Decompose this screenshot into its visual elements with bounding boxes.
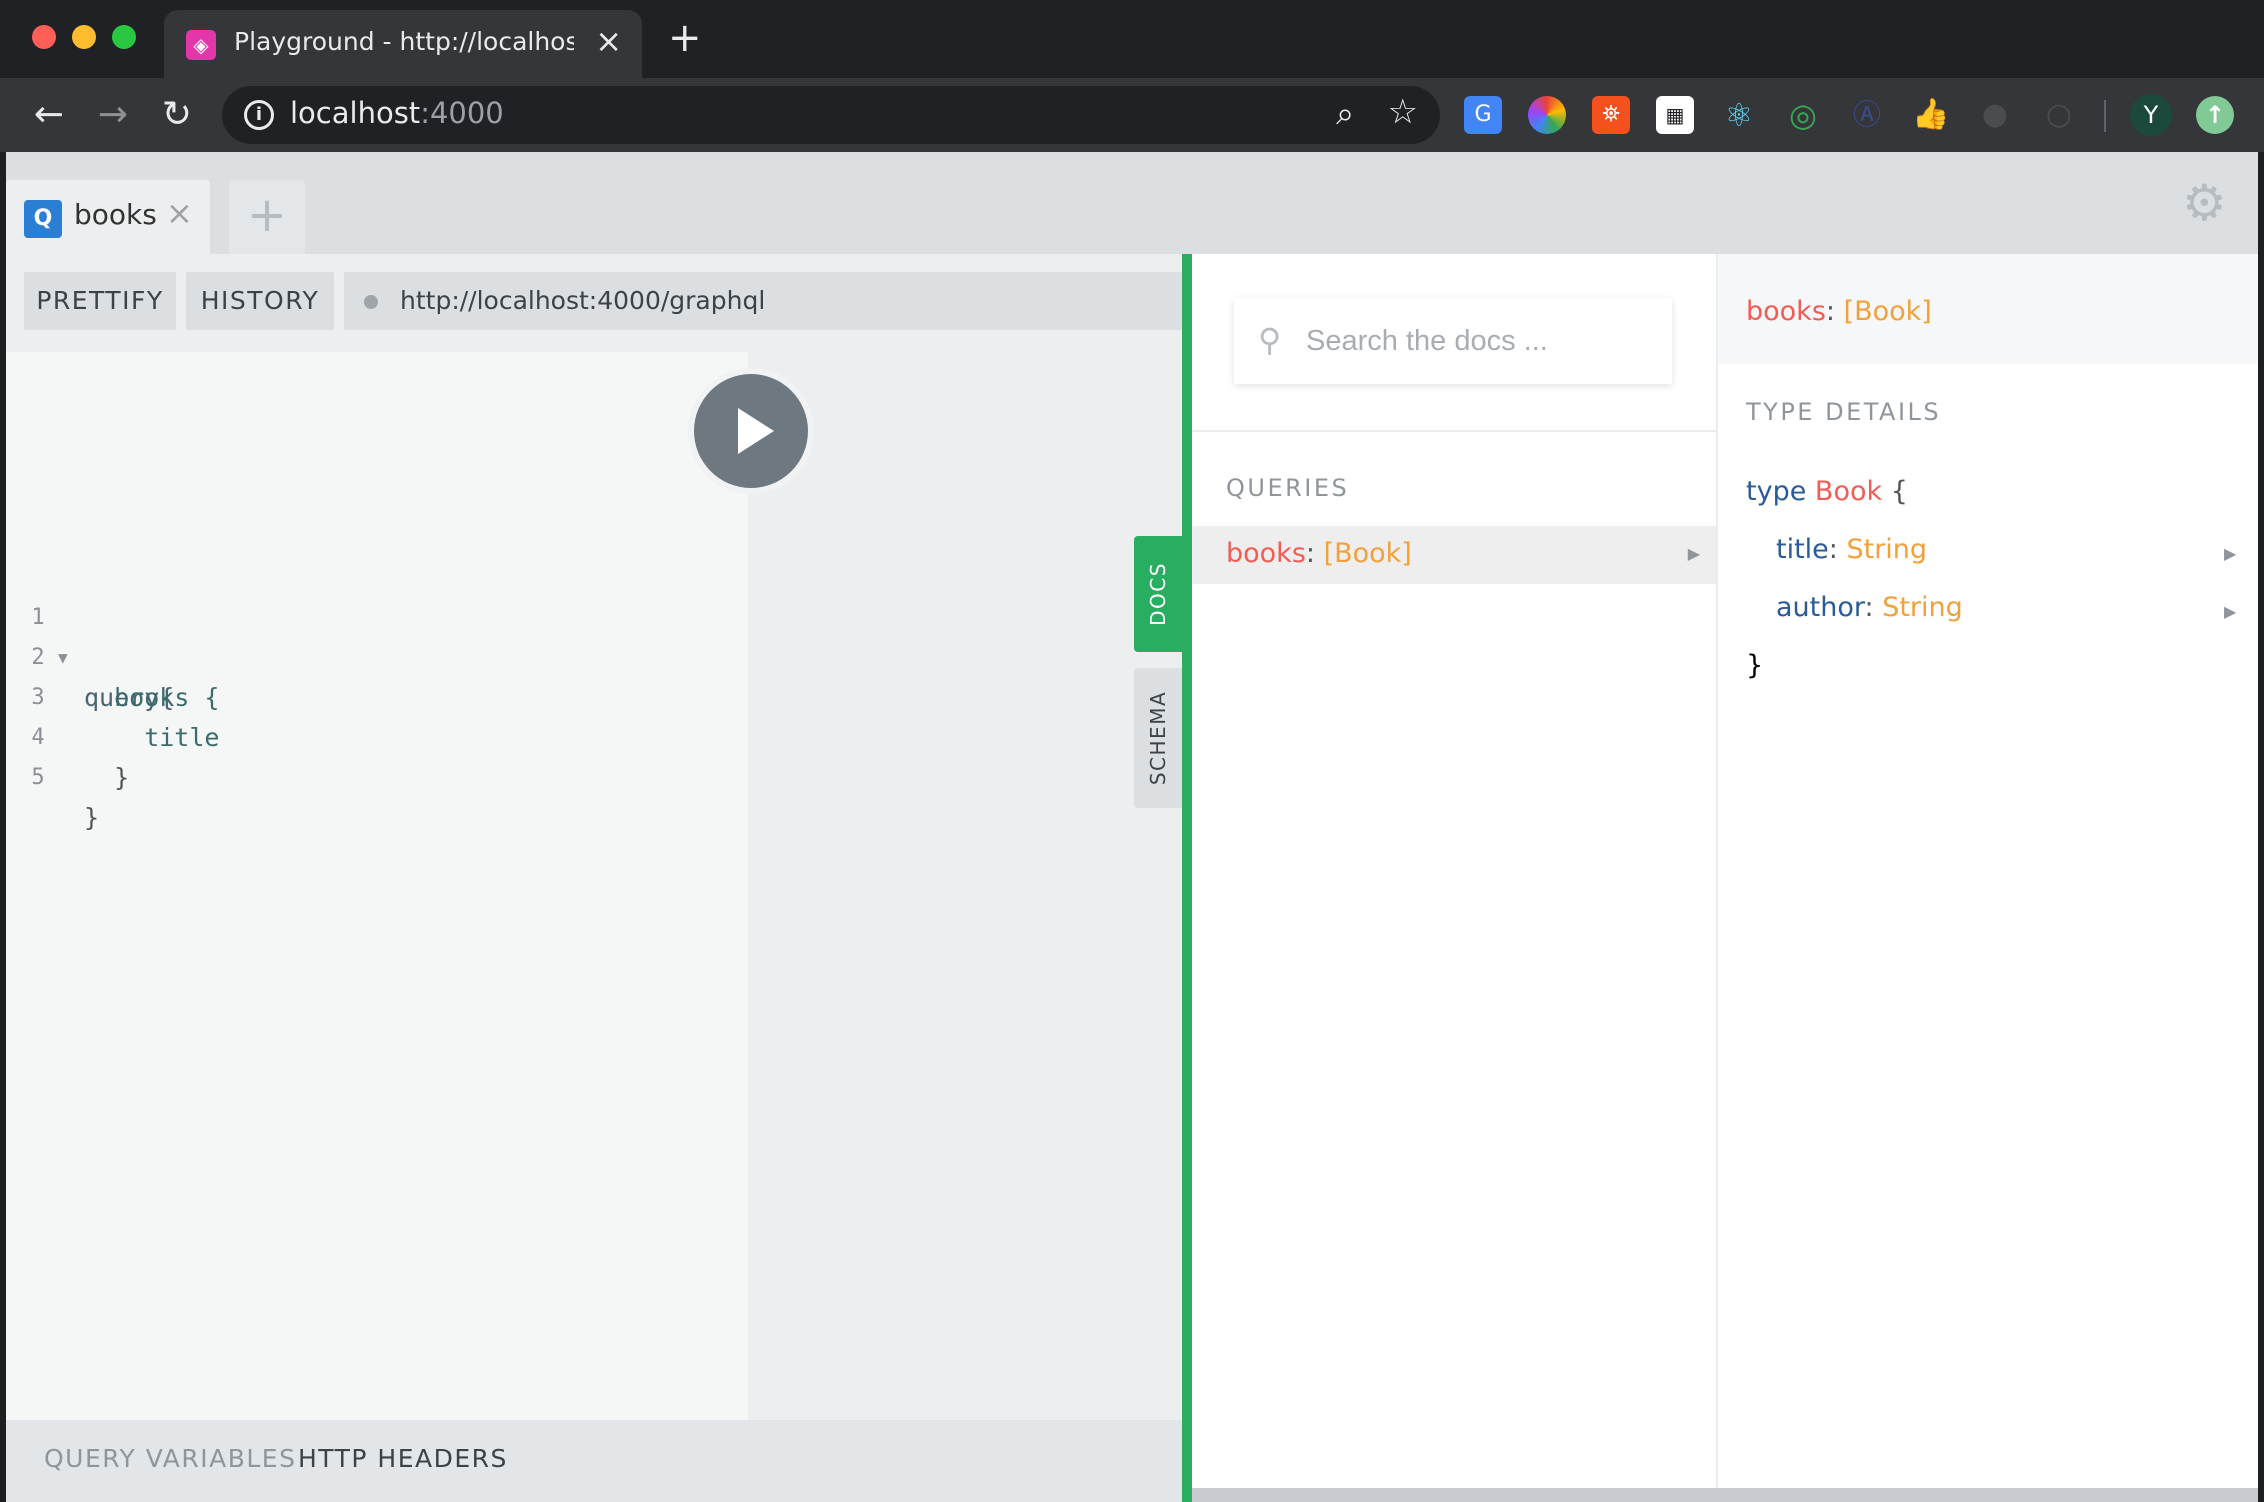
lighthouse-icon[interactable]: ⛯ — [1592, 96, 1630, 134]
target-icon[interactable]: ◎ — [1784, 96, 1822, 134]
code-text[interactable]: books { — [84, 678, 219, 718]
search-icon: ⚲ — [1258, 321, 1282, 359]
browser-tab[interactable]: ◈ Playground - http://localhost:4000 × — [164, 10, 642, 78]
graphql-icon: ◈ — [186, 30, 216, 60]
code-line: 1 ▼ query{ — [6, 558, 174, 712]
apollo-icon[interactable]: Ⓐ — [1848, 96, 1886, 134]
code-line: 3 title — [6, 638, 219, 752]
reload-button[interactable]: ↻ — [152, 90, 202, 140]
close-tab-icon[interactable]: × — [595, 22, 622, 60]
type-field-title[interactable]: title: String — [1776, 534, 1927, 565]
site-info-icon[interactable]: i — [244, 100, 274, 130]
close-icon[interactable]: × — [166, 194, 193, 232]
docs-side-tab[interactable]: DOCS — [1134, 536, 1182, 652]
window-minimize-button[interactable] — [72, 25, 96, 49]
query-badge: Q — [24, 200, 62, 238]
code-text[interactable]: } — [84, 798, 99, 838]
browser-tab-title: Playground - http://localhost:4000 — [234, 27, 574, 56]
react-devtools-icon[interactable]: ⚛ — [1720, 96, 1758, 134]
window-close-button[interactable] — [32, 25, 56, 49]
docs-side-tab-label: DOCS — [1146, 562, 1170, 626]
type-close-brace: } — [1746, 650, 1764, 681]
color-picker-icon[interactable] — [1528, 96, 1566, 134]
disabled-extension-icon-2[interactable]: ○ — [2040, 96, 2078, 134]
qr-code-icon[interactable]: ▦ — [1656, 96, 1694, 134]
docs-root-column: ⚲ QUERIES books: [Book] ▶ — [1192, 254, 1718, 1488]
new-tab-button[interactable]: + — [668, 18, 702, 58]
docs-search-box[interactable]: ⚲ — [1234, 298, 1672, 384]
prettify-button[interactable]: PRETTIFY — [24, 272, 176, 330]
query-variables-tab[interactable]: QUERY VARIABLES — [44, 1444, 296, 1473]
detail-header: books: [Book] — [1718, 254, 2258, 364]
playground-tab-name: books — [74, 198, 157, 231]
chevron-right-icon: ▶ — [2224, 602, 2237, 621]
queries-section-title: QUERIES — [1226, 474, 1350, 502]
toolbar-separator — [2104, 100, 2106, 132]
play-icon — [738, 408, 774, 454]
zoom-icon[interactable]: ⌕ — [1336, 94, 1354, 133]
add-tab-button[interactable]: + — [229, 180, 305, 254]
schema-side-tab-label: SCHEMA — [1146, 690, 1170, 786]
profile-avatar[interactable]: Y — [2130, 94, 2172, 136]
schema-side-tab[interactable]: SCHEMA — [1134, 668, 1182, 808]
line-number: 5 — [31, 765, 45, 790]
browser-toolbar: ← → ↻ i localhost:4000 ⌕ ☆ G ⛯ ▦ ⚛ ◎ Ⓐ 👍… — [0, 78, 2264, 152]
query-field-label: books: [Book] — [1226, 538, 1412, 569]
http-headers-tab[interactable]: HTTP HEADERS — [298, 1444, 508, 1473]
update-arrow-icon[interactable]: ↑ — [2196, 96, 2234, 134]
docs-panel-border[interactable] — [1182, 254, 1192, 1502]
playground-tab-books[interactable]: Q books × — [6, 180, 210, 254]
chevron-right-icon: ▶ — [2224, 544, 2237, 563]
window-maximize-button[interactable] — [112, 25, 136, 49]
type-declaration: type Book { — [1746, 476, 1908, 507]
endpoint-url[interactable]: http://localhost:4000/graphql — [400, 286, 765, 315]
playground-app: Q books × + ⚙ PRETTIFY HISTORY http://lo… — [6, 152, 2258, 1502]
docs-horizontal-scrollbar[interactable] — [1192, 1488, 2258, 1502]
chevron-right-icon: ▶ — [1687, 544, 1700, 563]
playground-tabbar: Q books × + ⚙ — [6, 152, 2258, 254]
forward-button[interactable]: → — [88, 90, 138, 140]
type-field-author[interactable]: author: String — [1776, 592, 1963, 623]
bookmark-star-icon[interactable]: ☆ — [1388, 92, 1418, 132]
execute-query-button[interactable] — [694, 374, 808, 488]
type-name-link[interactable]: Book — [1815, 476, 1882, 507]
code-line: 2 books { — [6, 598, 219, 712]
connection-status-dot — [364, 295, 378, 309]
type-details-title: TYPE DETAILS — [1746, 398, 1942, 426]
docs-panel: ⚲ QUERIES books: [Book] ▶ books: [Book] … — [1192, 254, 2258, 1488]
query-editor[interactable]: 1 ▼ query{ 2 books { 3 title 4 } 5 } — [6, 352, 748, 1422]
address-bar[interactable]: i localhost:4000 ⌕ ☆ — [222, 86, 1440, 144]
code-line: 5 } — [6, 718, 99, 832]
thumbs-up-icon[interactable]: 👍 — [1912, 96, 1950, 134]
bottom-panel-bar: QUERY VARIABLES HTTP HEADERS — [6, 1420, 1182, 1502]
disabled-extension-icon[interactable]: ● — [1976, 96, 2014, 134]
docs-search-input[interactable] — [1306, 316, 1656, 366]
browser-titlebar: ◈ Playground - http://localhost:4000 × + — [0, 0, 2264, 78]
code-text[interactable]: title — [84, 718, 219, 758]
history-button[interactable]: HISTORY — [186, 272, 334, 330]
docs-search-area: ⚲ — [1192, 254, 1716, 432]
code-line: 4 } — [6, 678, 129, 792]
back-button[interactable]: ← — [24, 90, 74, 140]
google-translate-icon[interactable]: G — [1464, 96, 1502, 134]
docs-detail-column: books: [Book] TYPE DETAILS type Book { t… — [1718, 254, 2258, 1488]
query-field-books[interactable]: books: [Book] ▶ — [1192, 526, 1716, 584]
detail-header-title: books: [Book] — [1746, 296, 1932, 327]
address-text[interactable]: localhost:4000 — [290, 96, 504, 130]
gear-icon[interactable]: ⚙ — [2182, 178, 2227, 228]
endpoint-input[interactable]: http://localhost:4000/graphql — [344, 272, 1184, 330]
